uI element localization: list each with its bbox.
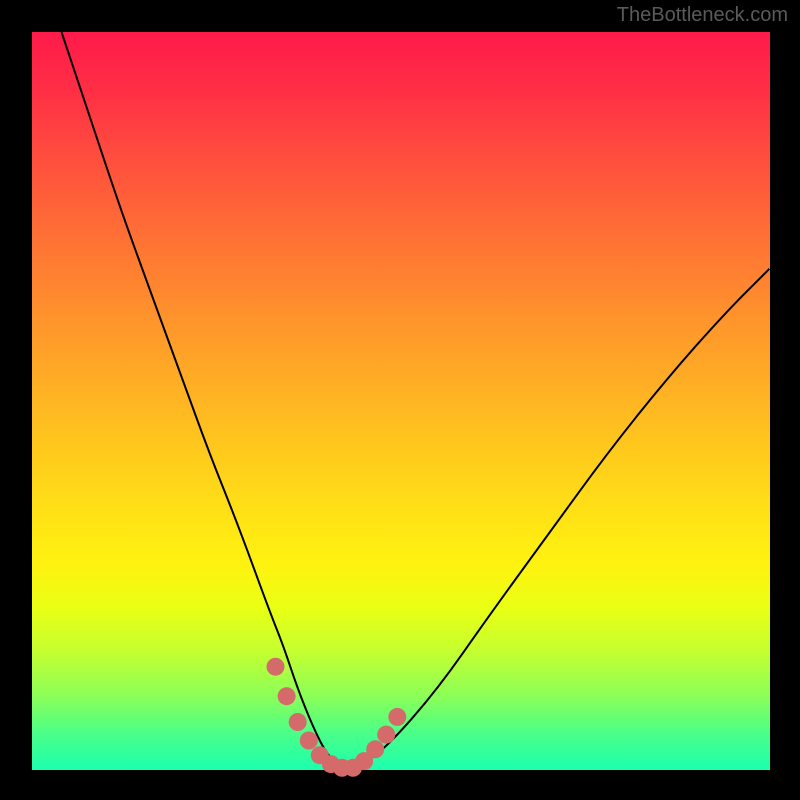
watermark-text: TheBottleneck.com: [617, 4, 788, 27]
chart-plot-area: [32, 32, 770, 770]
highlight-dot: [278, 687, 296, 705]
chart-svg: [32, 32, 770, 770]
highlight-dot: [267, 658, 285, 676]
highlight-dot: [366, 740, 384, 758]
bottleneck-curve-line: [62, 32, 771, 768]
highlight-dot: [289, 713, 307, 731]
highlight-dot: [377, 726, 395, 744]
valley-highlight-dots: [267, 658, 407, 777]
highlight-dot: [300, 732, 318, 750]
highlight-dot: [388, 708, 406, 726]
